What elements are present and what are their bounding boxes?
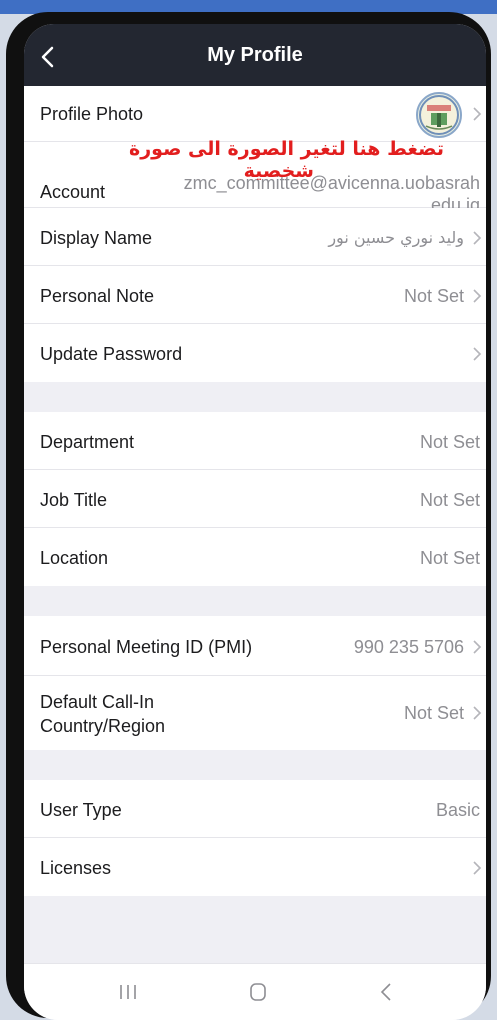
profile-photo-row[interactable]: Profile Photo (24, 86, 486, 142)
phone-screen: My Profile Profile Photo Account zmc_com… (24, 24, 486, 1020)
chevron-right-icon (473, 640, 482, 654)
call-in-label-line1: Default Call-In (40, 692, 155, 712)
display-name-label: Display Name (40, 228, 153, 248)
job-title-row: Job Title Not Set (24, 470, 486, 528)
pmi-label: Personal Meeting ID (PMI) (40, 637, 253, 657)
location-label: Location (40, 548, 109, 568)
job-title-label: Job Title (40, 490, 108, 510)
default-call-in-label: Default Call-In Country/Region (40, 690, 165, 738)
department-label: Department (40, 432, 135, 452)
personal-note-label: Personal Note (40, 286, 155, 306)
profile-list: Profile Photo Account zmc_committee@avic… (24, 86, 486, 966)
location-value: Not Set (419, 548, 480, 568)
home-button[interactable] (236, 974, 280, 1010)
recent-apps-icon (120, 985, 136, 999)
section-gap (24, 750, 486, 780)
user-type-value: Basic (435, 800, 480, 820)
user-type-row: User Type Basic (24, 780, 486, 838)
profile-photo-label: Profile Photo (40, 104, 144, 124)
user-type-label: User Type (40, 800, 122, 820)
pmi-row[interactable]: Personal Meeting ID (PMI) 990 235 5706 (24, 616, 486, 676)
personal-note-row[interactable]: Personal Note Not Set (24, 266, 486, 324)
instruction-annotation: تضغط هنا لتغير الصورة الى صورة شخصية (104, 138, 444, 182)
recent-apps-button[interactable] (106, 974, 150, 1010)
location-row: Location Not Set (24, 528, 486, 586)
annotation-line-1: تضغط هنا لتغير الصورة الى صورة (129, 138, 444, 160)
display-name-value: وليد نوري حسين نور (328, 228, 464, 247)
licenses-label: Licenses (40, 858, 112, 878)
call-in-label-line2: Country/Region (40, 716, 166, 736)
pmi-value: 990 235 5706 (353, 637, 464, 657)
avatar[interactable] (416, 92, 462, 138)
default-call-in-value: Not Set (403, 703, 464, 723)
licenses-row[interactable]: Licenses (24, 838, 486, 896)
avatar-logo-icon (419, 95, 459, 135)
update-password-label: Update Password (40, 344, 183, 364)
section-gap (24, 586, 486, 616)
annotation-line-2: شخصية (243, 160, 314, 182)
chevron-right-icon (473, 289, 482, 303)
system-back-button[interactable] (364, 974, 408, 1010)
chevron-right-icon (473, 107, 482, 121)
system-nav-bar (24, 963, 486, 1020)
department-value: Not Set (419, 432, 480, 452)
account-label: Account (40, 182, 106, 202)
phone-frame: My Profile Profile Photo Account zmc_com… (6, 12, 491, 1020)
chevron-right-icon (473, 231, 482, 245)
department-row: Department Not Set (24, 412, 486, 470)
display-name-row[interactable]: Display Name وليد نوري حسين نور (24, 208, 486, 266)
back-icon (380, 983, 391, 1001)
header-bar: My Profile (24, 24, 486, 86)
bottom-gap (24, 896, 486, 966)
update-password-row[interactable]: Update Password (24, 324, 486, 382)
home-icon (250, 983, 266, 1001)
default-call-in-row[interactable]: Default Call-In Country/Region Not Set (24, 676, 486, 750)
section-gap (24, 382, 486, 412)
chevron-right-icon (473, 347, 482, 361)
chevron-right-icon (473, 706, 482, 720)
chevron-right-icon (473, 861, 482, 875)
page-title: My Profile (207, 44, 303, 66)
job-title-value: Not Set (419, 490, 480, 510)
personal-note-value: Not Set (403, 286, 464, 306)
